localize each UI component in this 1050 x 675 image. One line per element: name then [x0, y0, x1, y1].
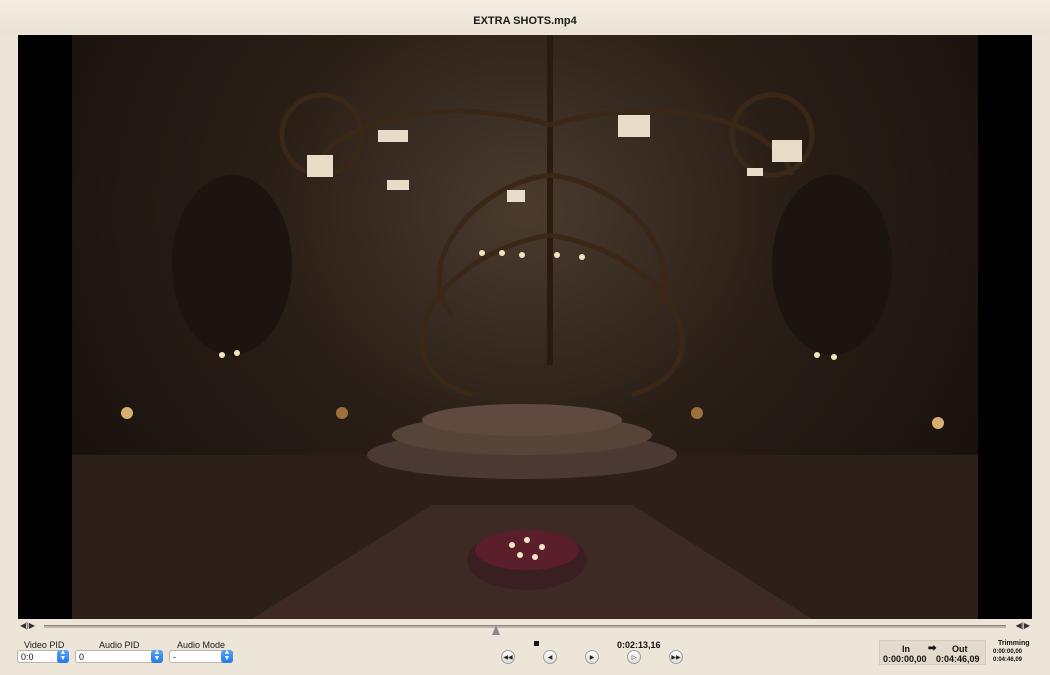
- trimming-label: Trimming: [998, 640, 1030, 647]
- frame-step-icon[interactable]: ◀|▶: [1016, 621, 1030, 631]
- rewind-button[interactable]: ◀◀: [501, 650, 515, 664]
- trimming-start: 0:00:00,00: [993, 649, 1023, 655]
- video-pid-label: Video PID: [24, 640, 65, 650]
- title-bar: EXTRA SHOTS.mp4: [0, 0, 1050, 34]
- stepper-icon[interactable]: ▲ ▼: [151, 649, 163, 663]
- video-pid-value: 0:0: [21, 652, 34, 662]
- fast-forward-icon: ▶▶: [671, 655, 681, 661]
- step-back-icon: ◀: [547, 655, 553, 661]
- window-title: EXTRA SHOTS.mp4: [473, 15, 577, 27]
- audio-pid-label: Audio PID: [99, 640, 140, 650]
- step-forward-icon: ▷: [631, 655, 637, 661]
- scrubber-handle[interactable]: [492, 625, 501, 635]
- step-back-button[interactable]: ◀: [543, 650, 557, 664]
- rewind-icon: ◀◀: [503, 655, 513, 661]
- in-out-panel: In ➡ Out 0:00:00,00 0:04:46,09: [879, 640, 986, 665]
- in-label: In: [902, 644, 910, 654]
- video-player[interactable]: [18, 35, 1032, 619]
- audio-pid-select[interactable]: 0 ▲ ▼: [75, 649, 163, 663]
- stepper-icon[interactable]: ▲ ▼: [57, 649, 69, 663]
- audio-pid-value: 0: [79, 652, 85, 662]
- video-pid-select[interactable]: 0:0 ▲ ▼: [17, 649, 69, 663]
- audio-mode-select[interactable]: - ▲ ▼: [169, 649, 233, 663]
- current-timecode: 0:02:13,16: [617, 640, 661, 650]
- audio-mode-label: Audio Mode: [177, 640, 226, 650]
- scrubber-row: ◀︎)▶ ◀|▶: [18, 621, 1032, 635]
- volume-play-icon[interactable]: ◀︎)▶: [20, 621, 35, 631]
- step-forward-button[interactable]: ▷: [627, 650, 641, 664]
- arrow-right-icon: ➡: [928, 643, 937, 654]
- fast-forward-button[interactable]: ▶▶: [669, 650, 683, 664]
- play-icon: ▶: [589, 655, 595, 661]
- stepper-icon[interactable]: ▲ ▼: [221, 649, 233, 663]
- stop-icon[interactable]: [534, 641, 539, 646]
- timeline-scrubber[interactable]: [44, 625, 1006, 635]
- in-time[interactable]: 0:00:00,00: [883, 654, 927, 664]
- out-label: Out: [952, 644, 968, 654]
- play-button[interactable]: ▶: [585, 650, 599, 664]
- out-time[interactable]: 0:04:46,09: [936, 654, 980, 664]
- audio-mode-value: -: [173, 652, 176, 662]
- video-frame-image: [72, 35, 978, 619]
- trimming-end: 0:04:46,09: [993, 657, 1023, 663]
